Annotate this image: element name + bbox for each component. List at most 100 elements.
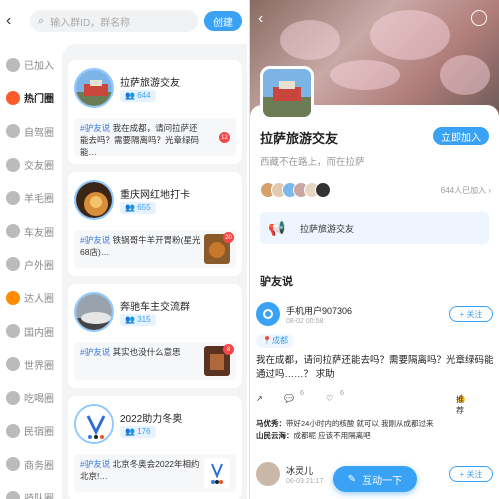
circle-name: 奔驰车主交流群 bbox=[120, 302, 190, 313]
avatar bbox=[256, 302, 280, 326]
post-tag: #驴友说 bbox=[80, 123, 111, 133]
smile-icon bbox=[6, 290, 20, 305]
latest-post-preview[interactable]: #驴友说 其实也没什么意思 8 bbox=[74, 342, 236, 380]
member-count[interactable]: 644人已加入 › bbox=[441, 185, 491, 196]
unread-badge: 12 bbox=[219, 132, 230, 143]
sidebar-item[interactable]: 户外圈 bbox=[0, 248, 58, 281]
join-button[interactable]: 立即加入 bbox=[433, 127, 489, 145]
post-actions: ↗ 💬 6 ♡ 6 👍 推荐 bbox=[256, 390, 466, 415]
sidebar-item[interactable]: 热门圈 bbox=[0, 81, 58, 114]
circle-card[interactable]: 拉萨旅游交友 👥 644 #驴友说 我在成都，请问拉萨还能去吗？需要隔离吗？光章… bbox=[68, 60, 242, 164]
sidebar-item-label: 骑队圈 bbox=[24, 490, 54, 499]
sidebar-item[interactable]: 已加入 bbox=[0, 48, 58, 81]
create-button[interactable]: 创建 bbox=[204, 11, 242, 31]
latest-post-preview[interactable]: #驴友说 我在成都，请问拉萨还能去吗？需要隔离吗？光章绿码能… 12 bbox=[74, 118, 236, 156]
bike-icon bbox=[6, 490, 20, 499]
globe-icon bbox=[6, 357, 20, 372]
post-username[interactable]: 手机用户907306 bbox=[286, 304, 352, 317]
location-pin-icon: 📍 bbox=[262, 336, 272, 345]
post-item: 手机用户907306 08-02 00:58 + 关注 📍成都 我在成都，请问拉… bbox=[250, 302, 499, 442]
post-tag: #驴友说 bbox=[80, 235, 111, 245]
circle-name: 2022助力冬奥 bbox=[120, 414, 183, 425]
group-title: 拉萨旅游交友 bbox=[260, 131, 339, 146]
sidebar-item-label: 羊毛圈 bbox=[24, 194, 54, 206]
avatar bbox=[315, 182, 331, 198]
sidebar-item[interactable]: 骑队圈 bbox=[0, 481, 58, 499]
food-icon bbox=[6, 390, 20, 405]
yarn-icon bbox=[6, 190, 20, 205]
sidebar-item[interactable]: 吃喝圈 bbox=[0, 381, 58, 414]
sidebar-item-label: 民宿圈 bbox=[24, 427, 54, 439]
member-count-badge: 👥 644 bbox=[120, 90, 156, 102]
tent-icon bbox=[6, 257, 20, 272]
post-username[interactable]: 冰灵儿 bbox=[286, 464, 313, 477]
megaphone-icon: 📢 bbox=[268, 219, 286, 236]
like-icon[interactable]: ♡ bbox=[326, 394, 333, 403]
sidebar-item-label: 吃喝圈 bbox=[24, 394, 54, 406]
sidebar-item[interactable]: 达人圈 bbox=[0, 281, 58, 314]
briefcase-icon bbox=[6, 457, 20, 472]
sidebar-item[interactable]: 国内圈 bbox=[0, 314, 58, 347]
post-time: 08-02 00:58 bbox=[286, 318, 324, 325]
search-icon: ⌕ bbox=[38, 14, 45, 27]
edit-icon[interactable] bbox=[471, 10, 487, 26]
circle-card[interactable]: 2022助力冬奥 👥 176 #驴友说 北京冬奥会2022年相约北京!… bbox=[68, 396, 242, 499]
sidebar-item-label: 商务圈 bbox=[24, 460, 54, 472]
comment-icon[interactable]: 💬 bbox=[284, 394, 294, 403]
location-tag[interactable]: 📍成都 bbox=[256, 334, 294, 348]
sidebar-item-label: 交友圈 bbox=[24, 161, 54, 173]
post-tag: #驴友说 bbox=[80, 347, 111, 357]
group-avatar bbox=[260, 66, 314, 120]
sidebar-item[interactable]: 交友圈 bbox=[0, 148, 58, 181]
circle-name: 拉萨旅游交友 bbox=[120, 78, 180, 89]
sidebar-item-label: 热门圈 bbox=[24, 94, 54, 106]
circle-feed: 拉萨旅游交友 👥 644 #驴友说 我在成都，请问拉萨还能去吗？需要隔离吗？光章… bbox=[62, 44, 247, 499]
comment-line: 马优秀：带好24小时内的核酸 就可以 我刚从成都过来 bbox=[256, 419, 434, 428]
post-time: 06-03 21:17 bbox=[286, 478, 324, 485]
follow-button[interactable]: + 关注 bbox=[449, 306, 493, 322]
back-chevron-icon[interactable]: ‹ bbox=[6, 12, 11, 30]
unread-badge: 8 bbox=[223, 344, 234, 355]
circle-avatar bbox=[74, 292, 114, 332]
circle-name: 重庆网红地打卡 bbox=[120, 190, 190, 201]
post-tag: #驴友说 bbox=[80, 459, 111, 469]
group-description: 西藏不在路上，而在拉萨 bbox=[260, 157, 365, 168]
sidebar-item[interactable]: 商务圈 bbox=[0, 448, 58, 481]
sidebar-item[interactable]: 车友圈 bbox=[0, 214, 58, 247]
sidebar-item-label: 户外圈 bbox=[24, 260, 54, 272]
comment-count: 6 bbox=[300, 390, 304, 397]
sidebar-item-label: 已加入 bbox=[24, 61, 54, 73]
sidebar-item-label: 自驾圈 bbox=[24, 127, 54, 139]
sidebar-item-label: 车友圈 bbox=[24, 227, 54, 239]
circle-card[interactable]: 奔驰车主交流群 👥 315 #驴友说 其实也没什么意思 8 bbox=[68, 284, 242, 388]
sidebar-item[interactable]: 羊毛圈 bbox=[0, 181, 58, 214]
edit-icon: ✎ bbox=[347, 473, 357, 485]
car-icon bbox=[6, 224, 20, 239]
like-count: 6 bbox=[340, 390, 344, 397]
back-chevron-icon[interactable]: ‹ bbox=[258, 10, 263, 28]
section-title: 驴友说 bbox=[260, 273, 293, 291]
house-icon bbox=[6, 423, 20, 438]
plus-circle-icon bbox=[6, 57, 20, 72]
notice-bar[interactable]: 📢 拉萨旅游交友 bbox=[260, 212, 489, 244]
latest-post-preview[interactable]: #驴友说 铁锅哥牛羊开胃粉(星光68店)… 20 bbox=[74, 230, 236, 268]
unread-badge: 20 bbox=[223, 232, 234, 243]
sidebar-item[interactable]: 民宿圈 bbox=[0, 414, 58, 447]
share-icon[interactable]: ↗ bbox=[256, 394, 263, 403]
post-text: 其实也没什么意思 bbox=[112, 347, 181, 357]
post-text[interactable]: 我在成都，请问拉萨还能去吗？需要隔离吗？光章绿码能通过吗……？ 求助 bbox=[256, 354, 494, 382]
comment-line: 山民云海：成都呢 应该不用隔离吧 bbox=[256, 431, 371, 440]
latest-post-preview[interactable]: #驴友说 北京冬奥会2022年相约北京!… bbox=[74, 454, 236, 492]
sidebar-item[interactable]: 自驾圈 bbox=[0, 115, 58, 148]
member-count-badge: 👥 655 bbox=[120, 202, 156, 214]
circle-avatar bbox=[74, 404, 114, 444]
sidebar-item[interactable]: 世界圈 bbox=[0, 348, 58, 381]
circle-card[interactable]: 重庆网红地打卡 👥 655 #驴友说 铁锅哥牛羊开胃粉(星光68店)… 20 bbox=[68, 172, 242, 276]
follow-button[interactable]: + 关注 bbox=[449, 466, 493, 482]
circle-list-screen: ‹ ⌕ 输入群ID，群名称 创建 已加入热门圈自驾圈交友圈羊毛圈车友圈户外圈达人… bbox=[0, 0, 249, 499]
circle-detail-screen: ‹ 拉萨旅游交友 立即加入 西藏不在路上，而在拉萨 644人已加入 › 📢 拉萨… bbox=[250, 0, 499, 499]
post-thumbnail bbox=[204, 458, 230, 488]
interact-button[interactable]: ✎ 互动一下 bbox=[333, 466, 417, 492]
search-input[interactable]: ⌕ 输入群ID，群名称 bbox=[30, 10, 198, 32]
search-placeholder: 输入群ID，群名称 bbox=[50, 17, 131, 29]
